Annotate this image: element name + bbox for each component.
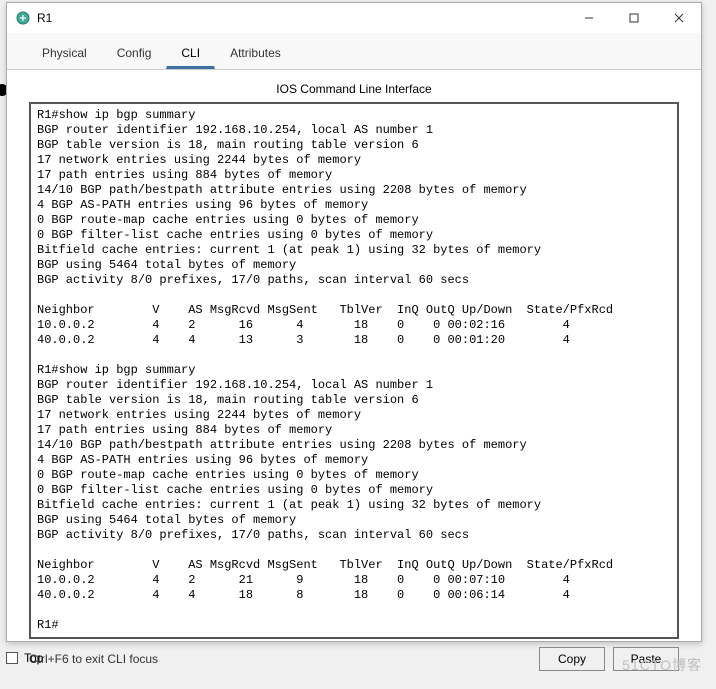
cli-hint: Ctrl+F6 to exit CLI focus <box>29 652 158 666</box>
minimize-button[interactable] <box>566 3 611 33</box>
bottom-bar: Top <box>6 651 43 665</box>
close-button[interactable] <box>656 3 701 33</box>
cli-subtitle: IOS Command Line Interface <box>29 78 679 102</box>
top-checkbox[interactable] <box>6 652 18 664</box>
watermark: 51CTO博客 <box>622 655 702 675</box>
copy-button[interactable]: Copy <box>539 647 605 671</box>
app-window: R1 Physical Config CLI Attributes IOS Co… <box>6 2 702 642</box>
window-controls <box>566 3 701 33</box>
router-icon <box>15 10 31 26</box>
tab-config[interactable]: Config <box>102 39 167 69</box>
tab-bar: Physical Config CLI Attributes <box>7 33 701 70</box>
maximize-button[interactable] <box>611 3 656 33</box>
titlebar: R1 <box>7 3 701 33</box>
cli-footer: Ctrl+F6 to exit CLI focus Copy Paste <box>29 639 679 671</box>
tab-attributes[interactable]: Attributes <box>215 39 296 69</box>
window-title: R1 <box>37 11 52 25</box>
top-checkbox-label: Top <box>24 651 43 665</box>
tab-physical[interactable]: Physical <box>27 39 102 69</box>
tab-cli[interactable]: CLI <box>166 39 215 69</box>
terminal-output[interactable]: R1#show ip bgp summary BGP router identi… <box>31 104 677 637</box>
terminal-frame: R1#show ip bgp summary BGP router identi… <box>29 102 679 639</box>
cli-panel: IOS Command Line Interface R1#show ip bg… <box>7 70 701 683</box>
